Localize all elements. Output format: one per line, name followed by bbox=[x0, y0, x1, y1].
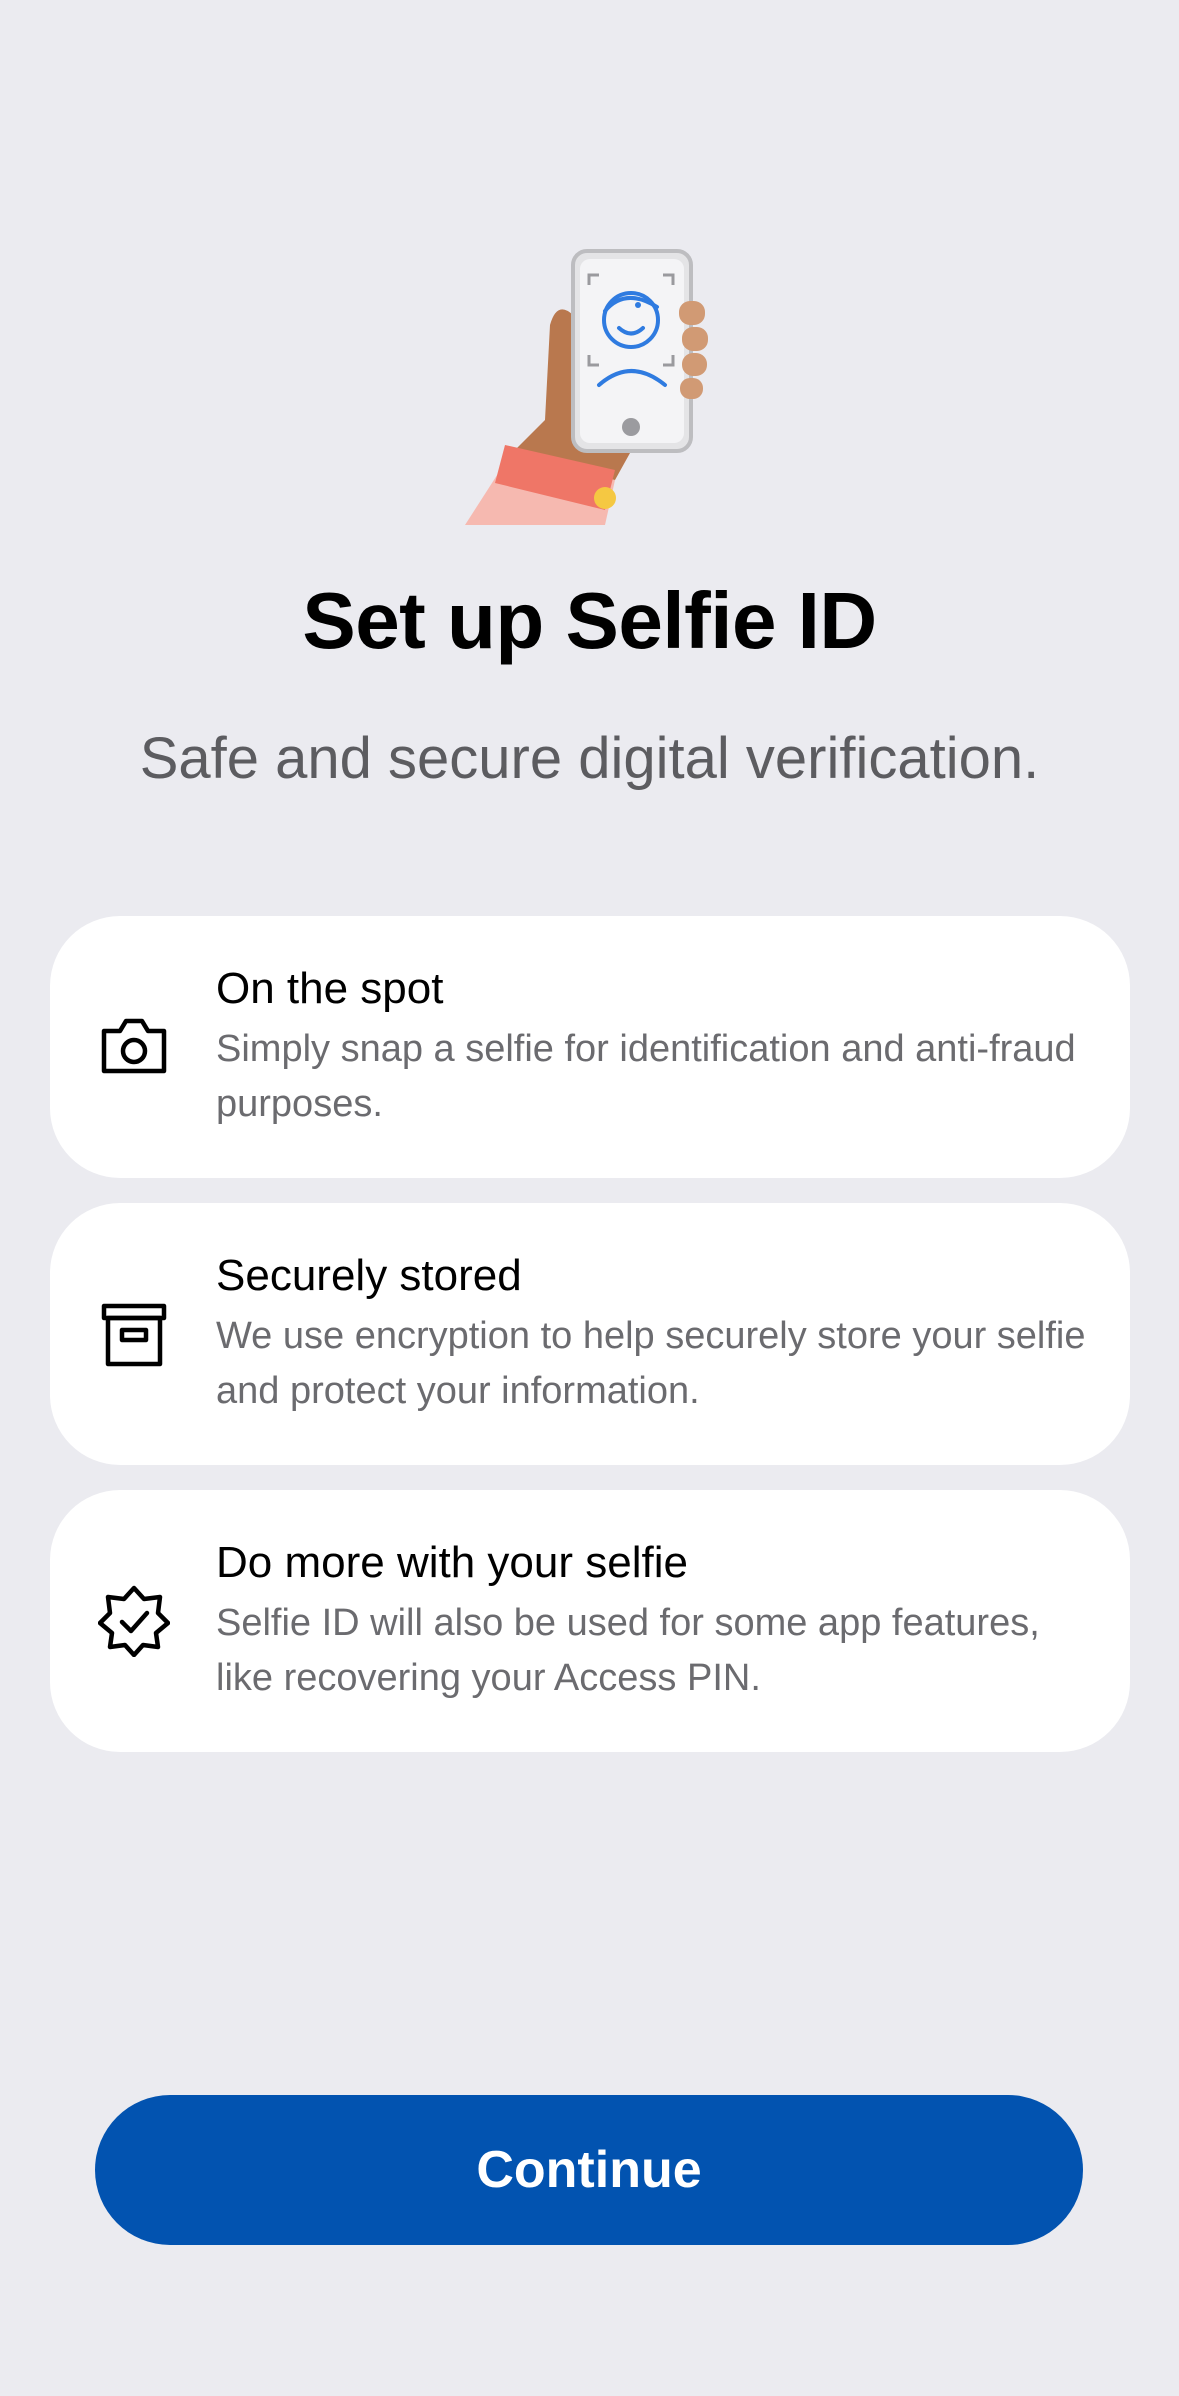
feature-card-on-the-spot: On the spot Simply snap a selfie for ide… bbox=[50, 916, 1130, 1178]
feature-description: Simply snap a selfie for identification … bbox=[216, 1028, 1076, 1125]
feature-title: Securely stored bbox=[216, 1251, 522, 1300]
feature-title: Do more with your selfie bbox=[216, 1538, 688, 1587]
feature-description: We use encryption to help securely store… bbox=[216, 1315, 1086, 1412]
page-subtitle: Safe and secure digital verification. bbox=[139, 726, 1040, 791]
feature-card-securely-stored: Securely stored We use encryption to hel… bbox=[50, 1203, 1130, 1465]
hand-holding-phone-icon bbox=[465, 249, 708, 525]
camera-icon bbox=[98, 1011, 170, 1083]
page-title: Set up Selfie ID bbox=[302, 576, 877, 665]
verified-badge-icon bbox=[97, 1585, 171, 1658]
continue-button[interactable]: Continue bbox=[95, 2095, 1083, 2245]
selfie-illustration bbox=[465, 245, 725, 530]
feature-card-do-more: Do more with your selfie Selfie ID will … bbox=[50, 1490, 1130, 1752]
feature-title: On the spot bbox=[216, 964, 444, 1013]
feature-description: Selfie ID will also be used for some app… bbox=[216, 1602, 1040, 1699]
archive-box-icon bbox=[98, 1298, 170, 1370]
